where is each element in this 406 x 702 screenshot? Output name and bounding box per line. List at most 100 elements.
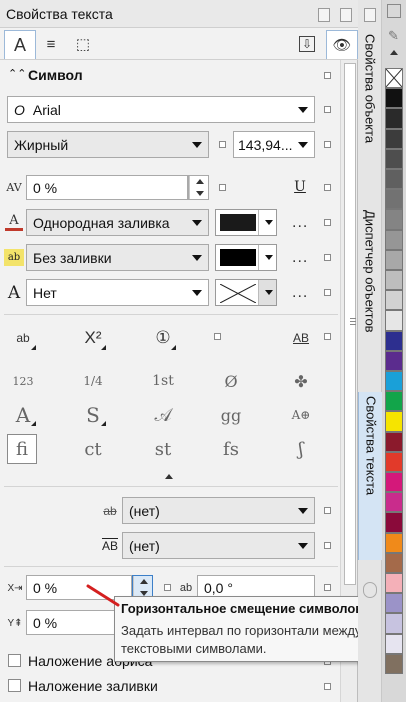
outline-color-picker[interactable]	[215, 279, 277, 306]
outline-more-button[interactable]: ...	[292, 284, 308, 302]
palette-swatch[interactable]	[385, 573, 403, 594]
palette-swatch[interactable]	[385, 653, 403, 674]
palette-swatch[interactable]	[385, 512, 403, 533]
palette-options-icon[interactable]	[387, 4, 401, 18]
collapse-icon[interactable]: ⌃⌃	[8, 67, 26, 80]
palette-swatch[interactable]	[385, 68, 403, 89]
palette-swatch[interactable]	[385, 88, 403, 109]
palette-swatch[interactable]	[385, 633, 403, 654]
alternate-a-icon[interactable]: A	[8, 402, 38, 428]
background-color-picker[interactable]	[215, 244, 277, 271]
palette-swatch[interactable]	[385, 189, 403, 210]
palette-swatch[interactable]	[385, 270, 403, 291]
font-family-lock[interactable]	[324, 106, 331, 113]
overline-lock[interactable]	[324, 542, 331, 549]
historical-ligature-st-icon[interactable]: st	[148, 436, 178, 462]
side-tab-text-properties[interactable]: Свойства текста	[358, 392, 384, 560]
overprint-fill-checkbox[interactable]	[8, 679, 21, 692]
palette-swatch[interactable]	[385, 552, 403, 573]
ordinals-icon[interactable]: 1st	[148, 368, 178, 394]
expand-up-icon[interactable]	[165, 474, 173, 479]
swash-s-icon[interactable]: S	[78, 402, 108, 428]
palette-swatch[interactable]	[385, 350, 403, 371]
stepper-up[interactable]	[189, 176, 209, 188]
numerals-icon[interactable]: 123	[8, 368, 38, 394]
standard-ligature-fi-icon[interactable]: fi	[7, 434, 37, 464]
discretionary-ligature-ct-icon[interactable]: ct	[78, 436, 108, 462]
tab-frame[interactable]: ⬚	[68, 30, 98, 58]
overline-select[interactable]: (нет)	[122, 532, 315, 559]
historical-form-fs-icon[interactable]: fs	[216, 436, 246, 462]
palette-swatch[interactable]	[385, 128, 403, 149]
stylistic-a-icon[interactable]: 𝒜	[148, 402, 178, 428]
palette-swatch[interactable]	[385, 613, 403, 634]
horizontal-shift-lock[interactable]	[164, 584, 171, 591]
outline-width-select[interactable]: Нет	[26, 279, 209, 306]
background-fill-select[interactable]: Без заливки	[26, 244, 209, 271]
glyph-lock[interactable]	[214, 333, 221, 340]
preview-toggle[interactable]: 👁	[326, 30, 358, 59]
palette-scroll-up[interactable]	[390, 50, 398, 55]
fractions-icon[interactable]: 1/4	[78, 368, 108, 394]
palette-swatch[interactable]	[385, 148, 403, 169]
background-lock[interactable]	[324, 254, 331, 261]
palette-swatch[interactable]	[385, 169, 403, 190]
side-tab-controls[interactable]	[358, 2, 382, 28]
strikethrough-select[interactable]: (нет)	[122, 497, 315, 524]
palette-swatch[interactable]	[385, 593, 403, 614]
palette-swatch[interactable]	[385, 330, 403, 351]
stepper-up[interactable]	[133, 576, 153, 588]
palette-swatch[interactable]	[385, 108, 403, 129]
palette-swatch[interactable]	[385, 371, 403, 392]
underline-icon[interactable]: U	[290, 176, 310, 198]
scrollbar-thumb[interactable]	[344, 63, 356, 585]
palette-swatch[interactable]	[385, 492, 403, 513]
palette-swatch[interactable]	[385, 411, 403, 432]
outline-lock[interactable]	[324, 289, 331, 296]
circled-number-icon[interactable]: ①	[148, 324, 178, 352]
eyedropper-icon[interactable]: ✎	[388, 28, 399, 44]
palette-swatch[interactable]	[385, 229, 403, 250]
ornaments-icon[interactable]: ✤	[286, 368, 316, 394]
font-family-select[interactable]: O Arial	[7, 96, 315, 123]
tab-paragraph[interactable]: ≡	[36, 30, 66, 58]
background-more-button[interactable]: ...	[292, 249, 308, 267]
stepper-down[interactable]	[189, 187, 209, 199]
overprint-outline-checkbox[interactable]	[8, 654, 21, 667]
palette-swatch[interactable]	[385, 391, 403, 412]
contextual-alternates-icon[interactable]: A⊕	[286, 402, 316, 428]
all-caps-icon[interactable]: AB	[286, 324, 316, 352]
kerning-input[interactable]: 0 %	[26, 175, 188, 200]
fill-color-picker[interactable]	[215, 209, 277, 236]
kerning-lock[interactable]	[219, 184, 226, 191]
palette-swatch[interactable]	[385, 209, 403, 230]
strikethrough-lock[interactable]	[324, 507, 331, 514]
apply-button[interactable]: ⇩	[292, 30, 322, 58]
overprint-fill-lock[interactable]	[324, 683, 331, 690]
tab-character[interactable]: A	[4, 30, 36, 59]
rotation-lock[interactable]	[324, 584, 331, 591]
palette-swatch[interactable]	[385, 290, 403, 311]
stylistic-gg-icon[interactable]: gg	[216, 402, 246, 428]
palette-swatch[interactable]	[385, 310, 403, 331]
fill-lock[interactable]	[324, 219, 331, 226]
caps-lock[interactable]	[324, 333, 331, 340]
side-tab-object-properties[interactable]: Свойства объекта	[358, 30, 382, 204]
section-lock-toggle[interactable]	[324, 72, 331, 79]
font-size-lock[interactable]	[324, 141, 331, 148]
underline-lock[interactable]	[324, 184, 331, 191]
long-s-icon[interactable]: ʃ	[286, 436, 316, 462]
fill-type-select[interactable]: Однородная заливка	[26, 209, 209, 236]
palette-swatch[interactable]	[385, 249, 403, 270]
underline-style-icon[interactable]: ab	[8, 324, 38, 352]
palette-swatch[interactable]	[385, 532, 403, 553]
font-style-select[interactable]: Жирный	[7, 131, 209, 158]
float-button[interactable]	[318, 8, 330, 22]
side-tab-object-manager[interactable]: Диспетчер объектов	[358, 206, 382, 390]
font-size-input[interactable]: 143,94...	[233, 131, 315, 158]
fill-more-button[interactable]: ...	[292, 214, 308, 232]
palette-swatch[interactable]	[385, 451, 403, 472]
close-panel-button[interactable]	[340, 8, 352, 22]
kerning-stepper[interactable]	[188, 175, 209, 200]
font-style-lock[interactable]	[219, 141, 226, 148]
